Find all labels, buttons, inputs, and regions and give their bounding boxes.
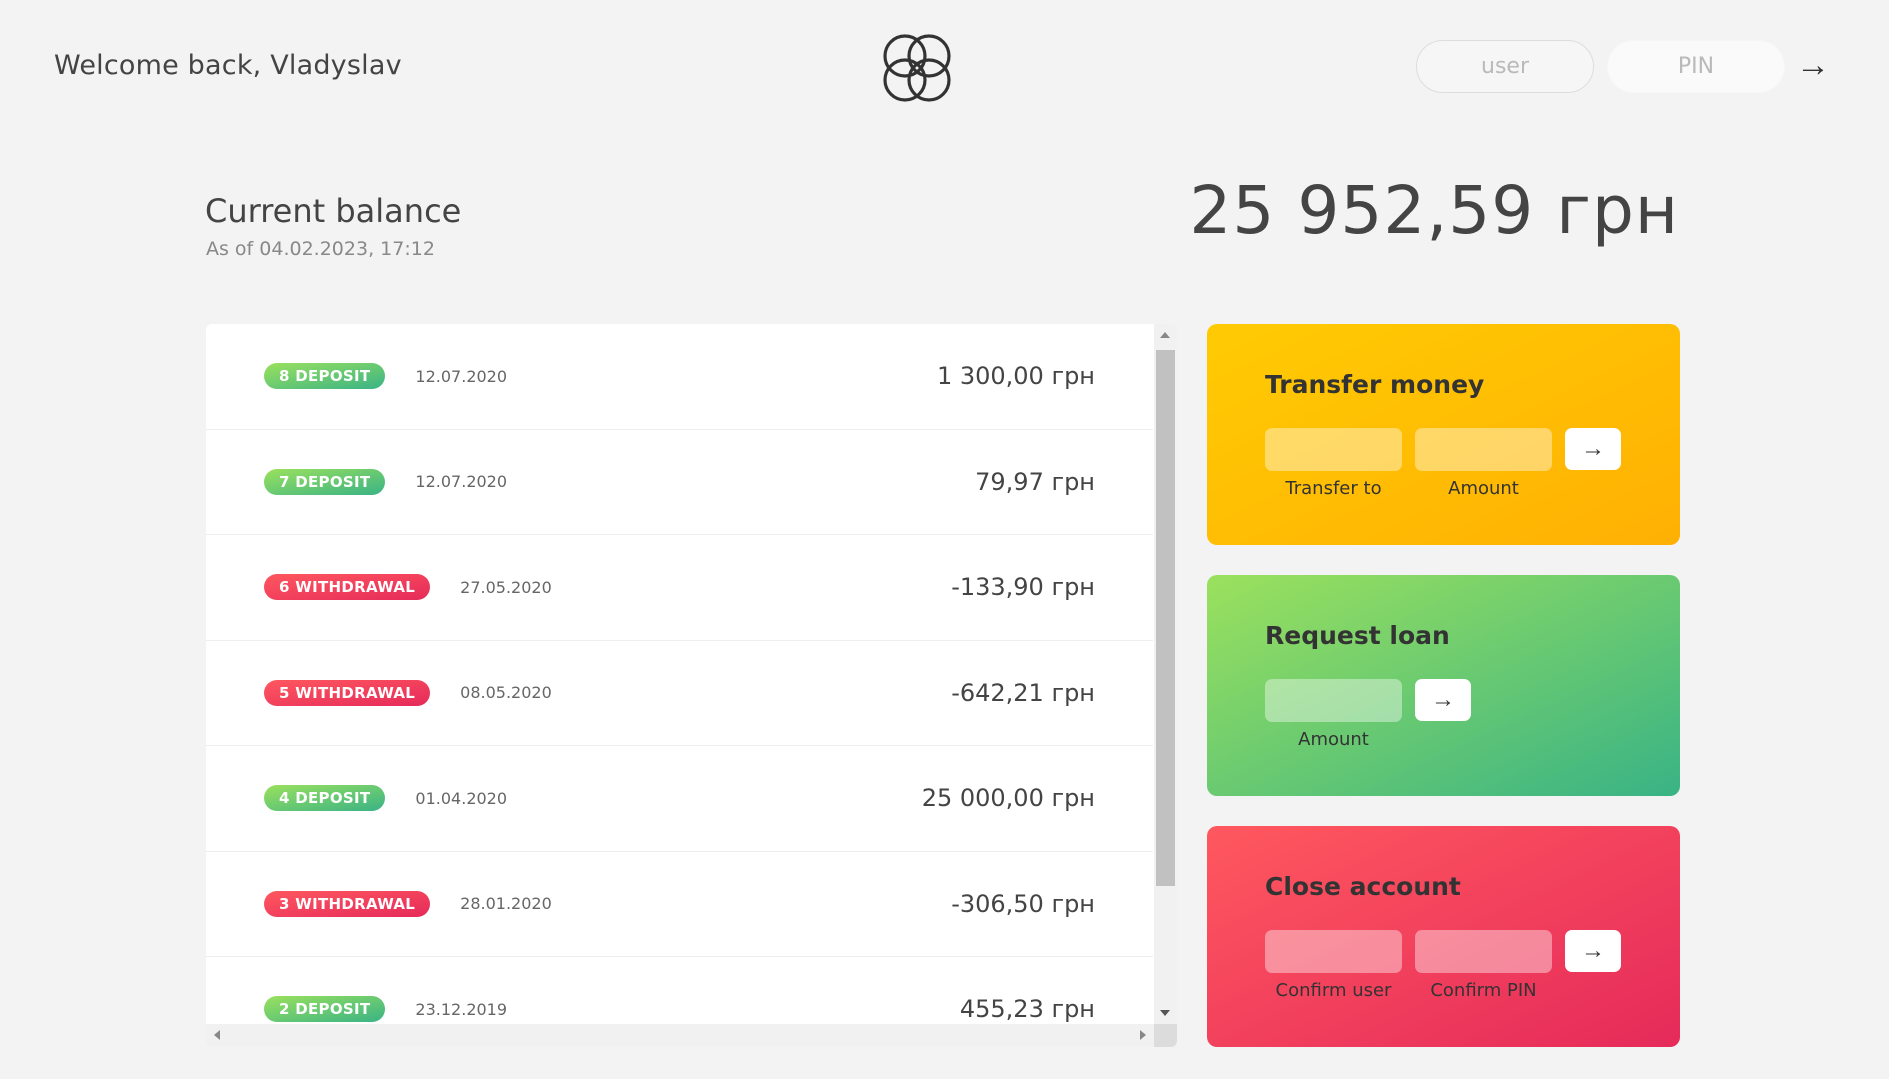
movement-value: 25 000,00 грн (921, 784, 1095, 813)
transfer-title: Transfer money (1265, 370, 1485, 399)
close-account-panel: Close account → Confirm user Confirm PIN (1207, 826, 1680, 1047)
scrollbar-thumb[interactable] (1156, 350, 1175, 886)
vertical-scrollbar[interactable] (1154, 324, 1177, 1024)
loan-submit-button[interactable]: → (1415, 679, 1471, 721)
balance-amount: 25 952,59 грн (1189, 172, 1679, 249)
movement-type-badge: 8 DEPOSIT (264, 363, 386, 390)
movement-type-badge: 2 DEPOSIT (264, 996, 386, 1023)
transfer-to-input[interactable] (1265, 428, 1402, 471)
movement-row: 4 DEPOSIT 01.04.2020 25 000,00 грн (206, 746, 1153, 852)
transfer-submit-button[interactable]: → (1565, 428, 1621, 470)
movement-date: 12.07.2020 (415, 366, 508, 386)
movement-row: 7 DEPOSIT 12.07.2020 79,97 грн (206, 430, 1153, 535)
movement-date: 01.04.2020 (415, 788, 508, 808)
movement-value: -133,90 грн (951, 573, 1095, 602)
balance-date: As of 04.02.2023, 17:12 (206, 238, 435, 260)
transfer-amount-label: Amount (1448, 478, 1519, 499)
scroll-left-icon[interactable] (214, 1030, 220, 1040)
movement-value: -642,21 грн (951, 678, 1095, 707)
loan-amount-input[interactable] (1265, 679, 1402, 722)
movement-type-badge: 5 WITHDRAWAL (264, 679, 431, 706)
login-arrow-button[interactable]: → (1796, 48, 1830, 82)
close-submit-button[interactable]: → (1565, 930, 1621, 972)
movement-row: 3 WITHDRAWAL 28.01.2020 -306,50 грн (206, 852, 1153, 957)
movements-list[interactable]: 8 DEPOSIT 12.07.2020 1 300,00 грн 7 DEPO… (206, 324, 1153, 1024)
close-user-input[interactable] (1265, 930, 1402, 973)
horizontal-scrollbar[interactable] (206, 1024, 1154, 1047)
movement-date: 08.05.2020 (460, 683, 552, 703)
movement-type-badge: 7 DEPOSIT (264, 468, 386, 495)
movement-row: 8 DEPOSIT 12.07.2020 1 300,00 грн (206, 324, 1153, 430)
loan-amount-label: Amount (1298, 729, 1369, 750)
movement-type-badge: 4 DEPOSIT (264, 785, 386, 812)
movement-date: 12.07.2020 (415, 472, 508, 492)
movement-date: 28.01.2020 (460, 894, 552, 914)
movement-date: 23.12.2019 (415, 999, 508, 1019)
scrollbar-corner (1154, 1024, 1177, 1047)
movement-row: 6 WITHDRAWAL 27.05.2020 -133,90 грн (206, 535, 1153, 641)
loan-title: Request loan (1265, 621, 1450, 650)
transfer-to-label: Transfer to (1285, 478, 1382, 499)
close-user-label: Confirm user (1275, 980, 1392, 1001)
transfer-amount-input[interactable] (1415, 428, 1552, 471)
welcome-message: Welcome back, Vladyslav (54, 50, 402, 81)
movement-type-badge: 6 WITHDRAWAL (264, 574, 431, 601)
close-pin-input[interactable] (1415, 930, 1552, 973)
scroll-right-icon[interactable] (1140, 1030, 1146, 1040)
movement-value: 455,23 грн (959, 995, 1095, 1024)
movement-value: 1 300,00 грн (936, 362, 1095, 391)
close-title: Close account (1265, 872, 1461, 901)
movement-type-badge: 3 WITHDRAWAL (264, 890, 431, 917)
bankist-logo-icon (883, 34, 951, 102)
movement-value: -306,50 грн (951, 889, 1095, 918)
movement-row: 5 WITHDRAWAL 08.05.2020 -642,21 грн (206, 641, 1153, 746)
movement-date: 27.05.2020 (460, 577, 552, 597)
login-user-input[interactable] (1416, 40, 1594, 93)
movements-panel[interactable]: 8 DEPOSIT 12.07.2020 1 300,00 грн 7 DEPO… (206, 324, 1177, 1047)
movement-row: 2 DEPOSIT 23.12.2019 455,23 грн (206, 957, 1153, 1024)
close-pin-label: Confirm PIN (1430, 980, 1537, 1001)
scroll-down-icon[interactable] (1160, 1010, 1170, 1016)
login-pin-input[interactable] (1607, 40, 1785, 93)
scroll-up-icon[interactable] (1160, 332, 1170, 338)
balance-title: Current balance (205, 192, 462, 230)
movement-value: 79,97 грн (975, 467, 1095, 496)
loan-panel: Request loan → Amount (1207, 575, 1680, 796)
transfer-panel: Transfer money → Transfer to Amount (1207, 324, 1680, 545)
